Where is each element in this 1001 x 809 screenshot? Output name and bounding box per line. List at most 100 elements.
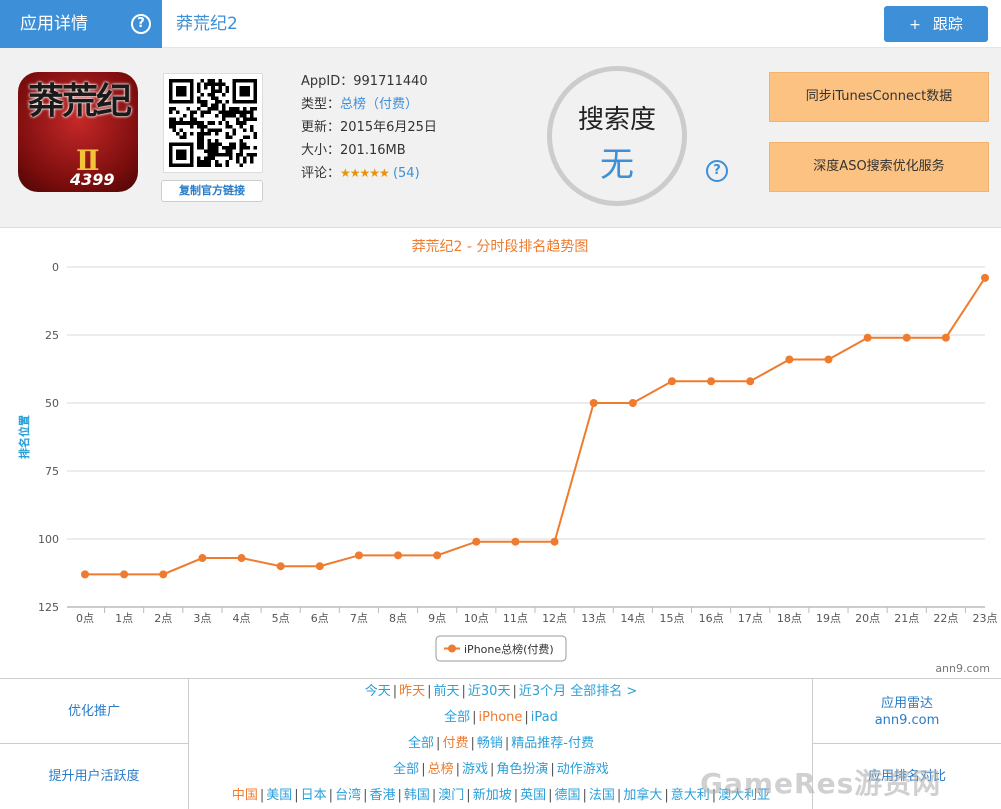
data-point [354, 551, 363, 560]
app-radar-link[interactable]: 应用雷达 ann9.com [812, 679, 1001, 744]
data-point [433, 551, 442, 560]
follow-button[interactable]: + 跟踪 [884, 6, 988, 42]
x-tick-label: 19点 [816, 612, 841, 625]
filter-link[interactable]: 德国 [555, 788, 581, 803]
x-tick-label: 6点 [311, 612, 329, 625]
data-point [550, 537, 559, 546]
aso-service-button[interactable]: 深度ASO搜索优化服务 [769, 142, 989, 192]
legend-label: iPhone总榜(付费) [464, 642, 554, 656]
filter-link[interactable]: 美国 [266, 788, 292, 803]
rating-label: 评论： [301, 166, 341, 181]
separator: | [490, 762, 495, 777]
filter-link[interactable]: 动作游戏 [557, 762, 609, 777]
filter-link[interactable]: 畅销 [477, 736, 503, 751]
filter-link[interactable]: 中国 [232, 788, 258, 803]
y-tick-label: 75 [45, 465, 59, 478]
boost-activity-link[interactable]: 提升用户活跃度 [0, 744, 189, 809]
filter-link[interactable]: 前天 [434, 684, 460, 699]
app-info-panel: 莽荒纪 Ⅱ 4399 复制官方链接 AppID：991711440 类型：总榜（… [0, 48, 1001, 228]
filter-link[interactable]: 付费 [442, 736, 468, 751]
filter-link[interactable]: 近3个月 [519, 684, 566, 699]
filter-link[interactable]: 日本 [301, 788, 327, 803]
filter-link[interactable]: 全部 [408, 736, 434, 751]
filter-link[interactable]: 今天 [365, 684, 391, 699]
filter-link[interactable]: 角色扮演 [496, 762, 548, 777]
app-icon-brand: 4399 [70, 170, 115, 189]
type-label: 类型： [301, 97, 341, 112]
separator: | [427, 684, 432, 699]
filter-link[interactable]: 法国 [589, 788, 615, 803]
separator: | [431, 788, 437, 803]
filter-link[interactable]: 英国 [520, 788, 546, 803]
data-point [981, 273, 989, 282]
filter-link[interactable]: 澳门 [438, 788, 464, 803]
data-point [472, 537, 481, 546]
filter-link[interactable]: 加拿大 [623, 788, 662, 803]
separator: | [392, 684, 398, 699]
filter-link[interactable]: 全部 [393, 762, 419, 777]
help-icon[interactable]: ? [131, 14, 151, 34]
tab-app-details[interactable]: 应用详情 ? [0, 0, 162, 48]
data-point [941, 333, 950, 342]
x-tick-label: 0点 [76, 612, 94, 625]
rating-row: 评论：★★★★★ (54) [301, 162, 437, 185]
filter-link[interactable]: 总榜 [428, 762, 454, 777]
filter-link[interactable]: 香港 [369, 788, 395, 803]
updated-value: 2015年6月25日 [340, 120, 437, 135]
filter-link[interactable]: 全部排名 > [570, 684, 637, 699]
type-value-link[interactable]: 总榜（付费） [340, 97, 418, 112]
data-point [237, 554, 246, 563]
data-point [707, 377, 716, 386]
separator: | [470, 736, 475, 751]
y-tick-label: 100 [38, 533, 59, 546]
filter-link[interactable]: 近30天 [468, 684, 511, 699]
filter-link[interactable]: 台湾 [335, 788, 361, 803]
filter-link[interactable]: 昨天 [399, 684, 425, 699]
filter-link[interactable]: iPhone [479, 710, 523, 725]
y-tick-label: 25 [45, 329, 59, 342]
filter-link[interactable]: iPad [531, 710, 558, 725]
x-tick-label: 18点 [777, 612, 802, 625]
separator: | [616, 788, 622, 803]
x-tick-label: 9点 [428, 612, 446, 625]
separator: | [513, 788, 519, 803]
x-tick-label: 1点 [115, 612, 133, 625]
app-radar-title: 应用雷达 [880, 696, 933, 711]
filter-row: 全部 | iPhone | iPad [189, 705, 813, 731]
x-tick-label: 17点 [738, 612, 763, 625]
filter-link[interactable]: 精品推荐-付费 [511, 736, 594, 751]
rating-stars-icon: ★★★★★ [340, 166, 390, 180]
filter-link[interactable]: 韩国 [404, 788, 430, 803]
filter-link[interactable]: 游戏 [462, 762, 488, 777]
data-point [120, 570, 129, 579]
filter-link[interactable]: 新加坡 [473, 788, 512, 803]
x-tick-label: 3点 [193, 612, 211, 625]
search-index-value: 无 [600, 145, 634, 185]
filter-row: 全部 | 付费 | 畅销 | 精品推荐-付费 [189, 731, 813, 757]
search-help-icon[interactable]: ? [706, 160, 728, 182]
app-meta: AppID：991711440 类型：总榜（付费） 更新：2015年6月25日 … [301, 70, 437, 185]
separator: | [472, 710, 477, 725]
separator: | [397, 788, 402, 803]
x-tick-label: 10点 [464, 612, 489, 625]
chart-svg: 莽荒纪2 - 分时段排名趋势图 0 25 50 75 100 125 排名位置 0点 1点 2点 3点… [17, 239, 998, 675]
data-point [159, 570, 168, 579]
app-title: 莽荒纪2 [176, 14, 238, 34]
search-index-ring: 搜索度 无 [547, 66, 687, 206]
rating-count-link[interactable]: (54) [393, 166, 420, 181]
x-tick-label: 5点 [272, 612, 290, 625]
y-tick-label: 50 [45, 397, 59, 410]
separator: | [421, 762, 426, 777]
promo-optimize-link[interactable]: 优化推广 [0, 679, 189, 744]
data-point [589, 399, 598, 407]
copy-official-link-button[interactable]: 复制官方链接 [161, 180, 263, 202]
filter-link[interactable]: 全部 [444, 710, 470, 725]
app-icon: 莽荒纪 Ⅱ 4399 [18, 72, 138, 192]
sync-itunesconnect-button[interactable]: 同步iTunesConnect数据 [769, 72, 989, 122]
tab-label: 应用详情 [20, 14, 88, 34]
x-tick-label: 14点 [620, 612, 645, 625]
separator: | [328, 788, 334, 803]
separator: | [455, 762, 460, 777]
x-tick-label: 22点 [933, 612, 958, 625]
data-point [746, 377, 755, 386]
